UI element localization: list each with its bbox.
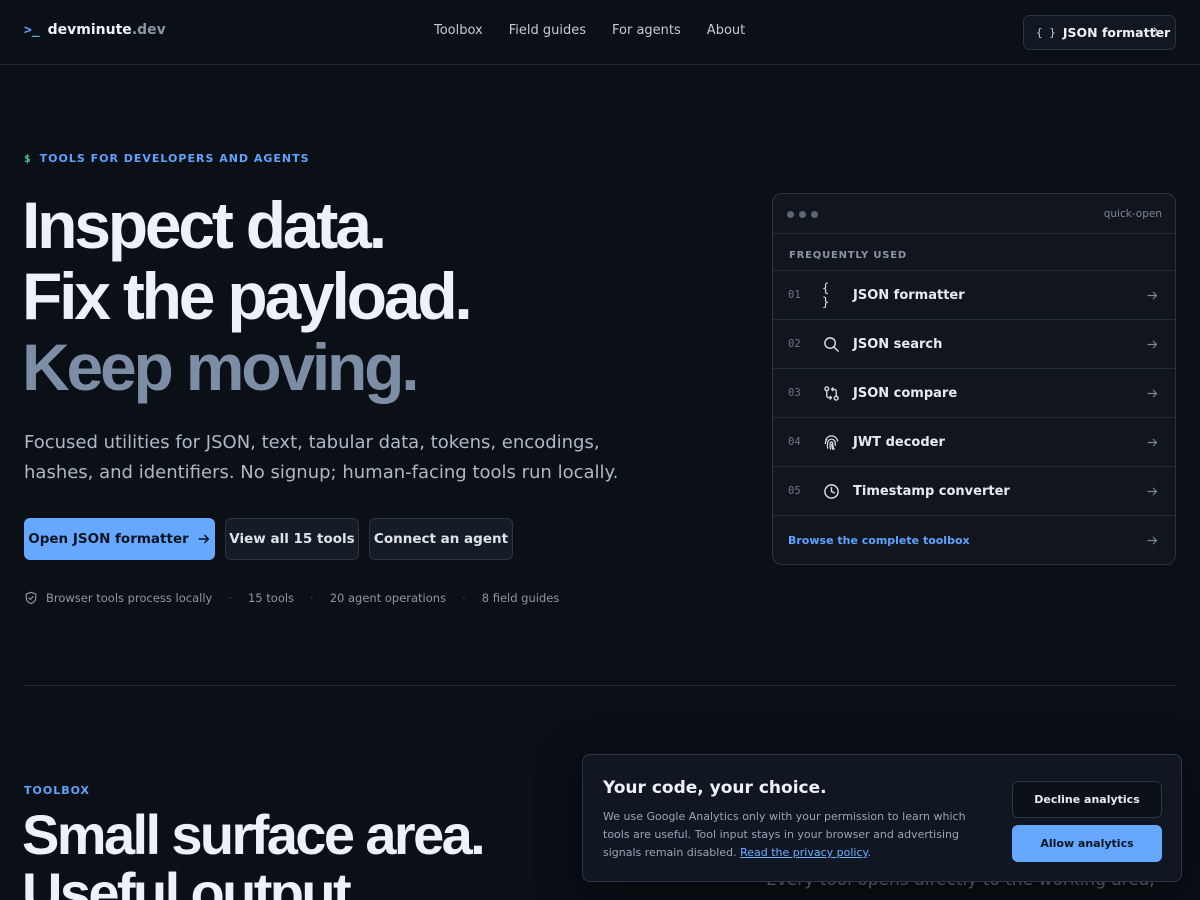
stat-separator: · xyxy=(462,591,466,605)
primary-button-label: Open JSON formatter xyxy=(28,531,189,547)
stat-agent-operations: 20 agent operations xyxy=(329,591,447,605)
toolbox-eyebrow: TOOLBOX xyxy=(24,784,91,797)
arrow-right-icon xyxy=(1147,536,1158,545)
site-header: >_ devminute.dev Toolbox Field guides Fo… xyxy=(0,0,1200,65)
toolbox-headline: Small surface area. Useful output. xyxy=(22,803,486,900)
item-number: 03 xyxy=(788,387,801,399)
item-label: JWT decoder xyxy=(853,434,945,450)
headline-line-2: Fix the payload. xyxy=(22,259,473,333)
fingerprint-icon xyxy=(822,433,840,451)
shield-check-icon xyxy=(25,591,37,605)
consent-title: Your code, your choice. xyxy=(603,778,827,798)
connect-agent-button[interactable]: Connect an agent xyxy=(369,518,513,560)
dollar-prompt-icon: $ xyxy=(24,152,32,165)
compare-icon xyxy=(822,384,840,402)
open-json-formatter-button[interactable]: Open JSON formatter xyxy=(24,518,215,560)
quick-open-item-jwt-decoder[interactable]: 04 JWT decoder xyxy=(773,418,1175,467)
quick-open-item-json-formatter[interactable]: 01 { } JSON formatter xyxy=(773,271,1175,320)
arrow-right-icon xyxy=(198,534,209,544)
item-label: JSON compare xyxy=(853,385,958,401)
brand-tld: .dev xyxy=(131,22,166,38)
arrow-right-icon xyxy=(1147,438,1158,446)
hero-eyebrow: $ TOOLS FOR DEVELOPERS AND AGENTS xyxy=(24,152,310,165)
hero-eyebrow-text: TOOLS FOR DEVELOPERS AND AGENTS xyxy=(39,152,310,165)
hero-stats: Browser tools process locally · 15 tools… xyxy=(24,591,559,605)
item-number: 01 xyxy=(788,289,801,301)
clock-icon xyxy=(822,482,840,500)
item-number: 05 xyxy=(788,485,801,497)
quick-open-panel: quick-open FREQUENTLY USED 01 { } JSON f… xyxy=(772,193,1176,565)
quick-open-item-json-search[interactable]: 02 JSON search xyxy=(773,320,1175,369)
nav-link-for-agents[interactable]: For agents xyxy=(612,23,681,38)
arrow-right-icon xyxy=(1147,389,1158,397)
json-formatter-header-button[interactable]: { } JSON formatter xyxy=(1023,15,1176,50)
nav-link-toolbox[interactable]: Toolbox xyxy=(434,23,483,38)
brand-name: devminute xyxy=(47,22,132,38)
stat-field-guides: 8 field guides xyxy=(481,591,560,605)
allow-analytics-button[interactable]: Allow analytics xyxy=(1012,825,1162,862)
braces-icon: { } xyxy=(822,281,830,309)
window-dots-icon xyxy=(787,211,818,218)
item-label: JSON formatter xyxy=(853,287,965,303)
panel-titlebar: quick-open xyxy=(773,194,1175,234)
analytics-consent-banner: Your code, your choice. We use Google An… xyxy=(582,754,1182,882)
headline-line-1: Inspect data. xyxy=(22,188,387,262)
hero-description: Focused utilities for JSON, text, tabula… xyxy=(24,432,619,483)
arrow-right-icon xyxy=(1147,291,1158,299)
chevron-right-icon xyxy=(1153,27,1159,37)
stat-local: Browser tools process locally xyxy=(46,591,213,605)
view-all-tools-button[interactable]: View all 15 tools xyxy=(225,518,359,560)
section-divider xyxy=(24,685,1176,686)
quick-open-label: quick-open xyxy=(1103,208,1162,220)
toolbox-headline-line-1: Small surface area. xyxy=(22,803,486,866)
consent-body: We use Google Analytics only with your p… xyxy=(603,808,995,862)
decline-analytics-button[interactable]: Decline analytics xyxy=(1012,781,1162,818)
quick-open-item-json-compare[interactable]: 03 JSON compare xyxy=(773,369,1175,418)
quick-open-item-timestamp-converter[interactable]: 05 Timestamp converter xyxy=(773,467,1175,516)
terminal-prompt-icon: >_ xyxy=(24,22,40,38)
main-nav: Toolbox Field guides For agents About xyxy=(434,23,771,38)
browse-toolbox-link[interactable]: Browse the complete toolbox xyxy=(773,516,1175,564)
item-number: 04 xyxy=(788,436,801,448)
toolbox-headline-line-2: Useful output. xyxy=(22,861,365,900)
frequently-used-heading: FREQUENTLY USED xyxy=(773,234,1175,271)
browse-toolbox-label: Browse the complete toolbox xyxy=(788,534,970,547)
headline-line-3: Keep moving. xyxy=(22,330,420,404)
privacy-policy-link[interactable]: Read the privacy policy xyxy=(740,846,867,859)
arrow-right-icon xyxy=(1147,340,1158,348)
stat-tools: 15 tools xyxy=(247,591,295,605)
item-label: Timestamp converter xyxy=(853,483,1010,499)
stat-separator: · xyxy=(310,591,314,605)
hero-headline: Inspect data. Fix the payload. Keep movi… xyxy=(22,188,473,404)
braces-icon: { } xyxy=(1036,26,1056,39)
nav-link-field-guides[interactable]: Field guides xyxy=(509,23,586,38)
consent-body-suffix: . xyxy=(867,846,871,859)
stat-separator: · xyxy=(228,591,232,605)
nav-link-about[interactable]: About xyxy=(707,23,745,38)
item-label: JSON search xyxy=(853,336,943,352)
arrow-right-icon xyxy=(1147,487,1158,495)
brand-logo[interactable]: >_ devminute.dev xyxy=(24,22,166,38)
item-number: 02 xyxy=(788,338,801,350)
search-icon xyxy=(822,335,840,353)
